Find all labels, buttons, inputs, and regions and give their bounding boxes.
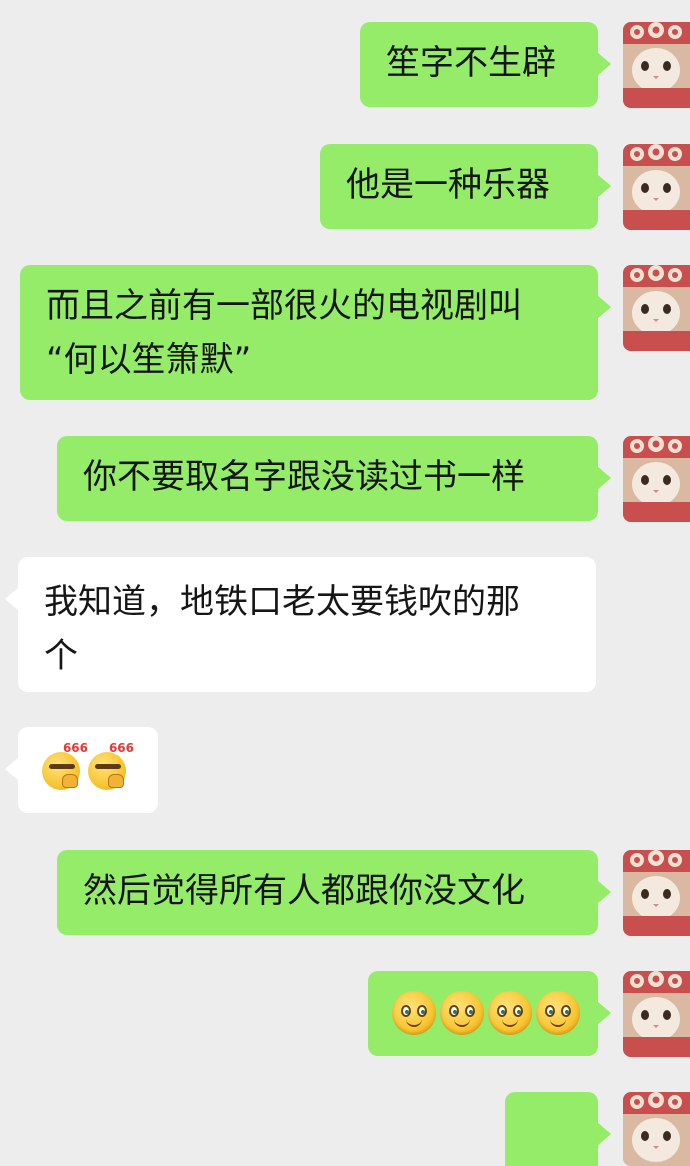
avatar[interactable]	[623, 436, 690, 522]
666-smirk-emoji-icon: 666	[88, 742, 134, 790]
message-bubble-incoming[interactable]: 我知道，地铁口老太要钱吹的那 个	[5, 557, 596, 692]
avatar[interactable]	[623, 144, 690, 230]
666-smirk-emoji-icon: 666	[42, 742, 88, 790]
cat-avatar-icon	[623, 971, 690, 1057]
message-text-line: “何以笙箫默”	[46, 340, 252, 380]
avatar[interactable]	[623, 850, 690, 936]
message-text: 然后觉得所有人都跟你没文化	[83, 871, 525, 911]
message-bubble-incoming[interactable]: 666 666	[5, 727, 158, 813]
message-bubble-outgoing[interactable]	[368, 971, 611, 1056]
cat-avatar-icon	[623, 265, 690, 351]
money-eyes-emoji-icon	[392, 991, 436, 1035]
emoji-row: 666 666	[42, 742, 158, 790]
chat-view: 笙字不生辟 他是一种乐器 而且之前有一部很火的电视剧叫 “何以笙箫默” 你不要取…	[0, 0, 690, 1166]
cat-avatar-icon	[623, 1092, 690, 1166]
money-eyes-emoji-icon	[536, 991, 580, 1035]
message-bubble-outgoing[interactable]: 你不要取名字跟没读过书一样	[57, 436, 611, 521]
message-bubble-outgoing[interactable]: 笙字不生辟	[360, 22, 611, 107]
avatar[interactable]	[623, 971, 690, 1057]
cat-avatar-icon	[623, 144, 690, 230]
message-text: 他是一种乐器	[346, 165, 550, 205]
avatar[interactable]	[623, 1092, 690, 1166]
cat-avatar-icon	[623, 436, 690, 522]
message-text: 你不要取名字跟没读过书一样	[83, 457, 525, 497]
avatar[interactable]	[623, 22, 690, 108]
message-text: 笙字不生辟	[386, 43, 556, 83]
message-bubble-outgoing[interactable]	[505, 1092, 611, 1166]
money-eyes-emoji-icon	[488, 991, 532, 1035]
message-text-line: 个	[44, 636, 78, 676]
avatar[interactable]	[623, 265, 690, 351]
emoji-row	[392, 991, 598, 1035]
cat-avatar-icon	[623, 22, 690, 108]
message-text-line: 而且之前有一部很火的电视剧叫	[46, 286, 522, 326]
message-bubble-outgoing[interactable]: 他是一种乐器	[320, 144, 611, 229]
message-bubble-outgoing[interactable]: 而且之前有一部很火的电视剧叫 “何以笙箫默”	[20, 265, 611, 400]
message-bubble-outgoing[interactable]: 然后觉得所有人都跟你没文化	[57, 850, 611, 935]
money-eyes-emoji-icon	[440, 991, 484, 1035]
message-text-line: 我知道，地铁口老太要钱吹的那	[44, 582, 520, 622]
cat-avatar-icon	[623, 850, 690, 936]
